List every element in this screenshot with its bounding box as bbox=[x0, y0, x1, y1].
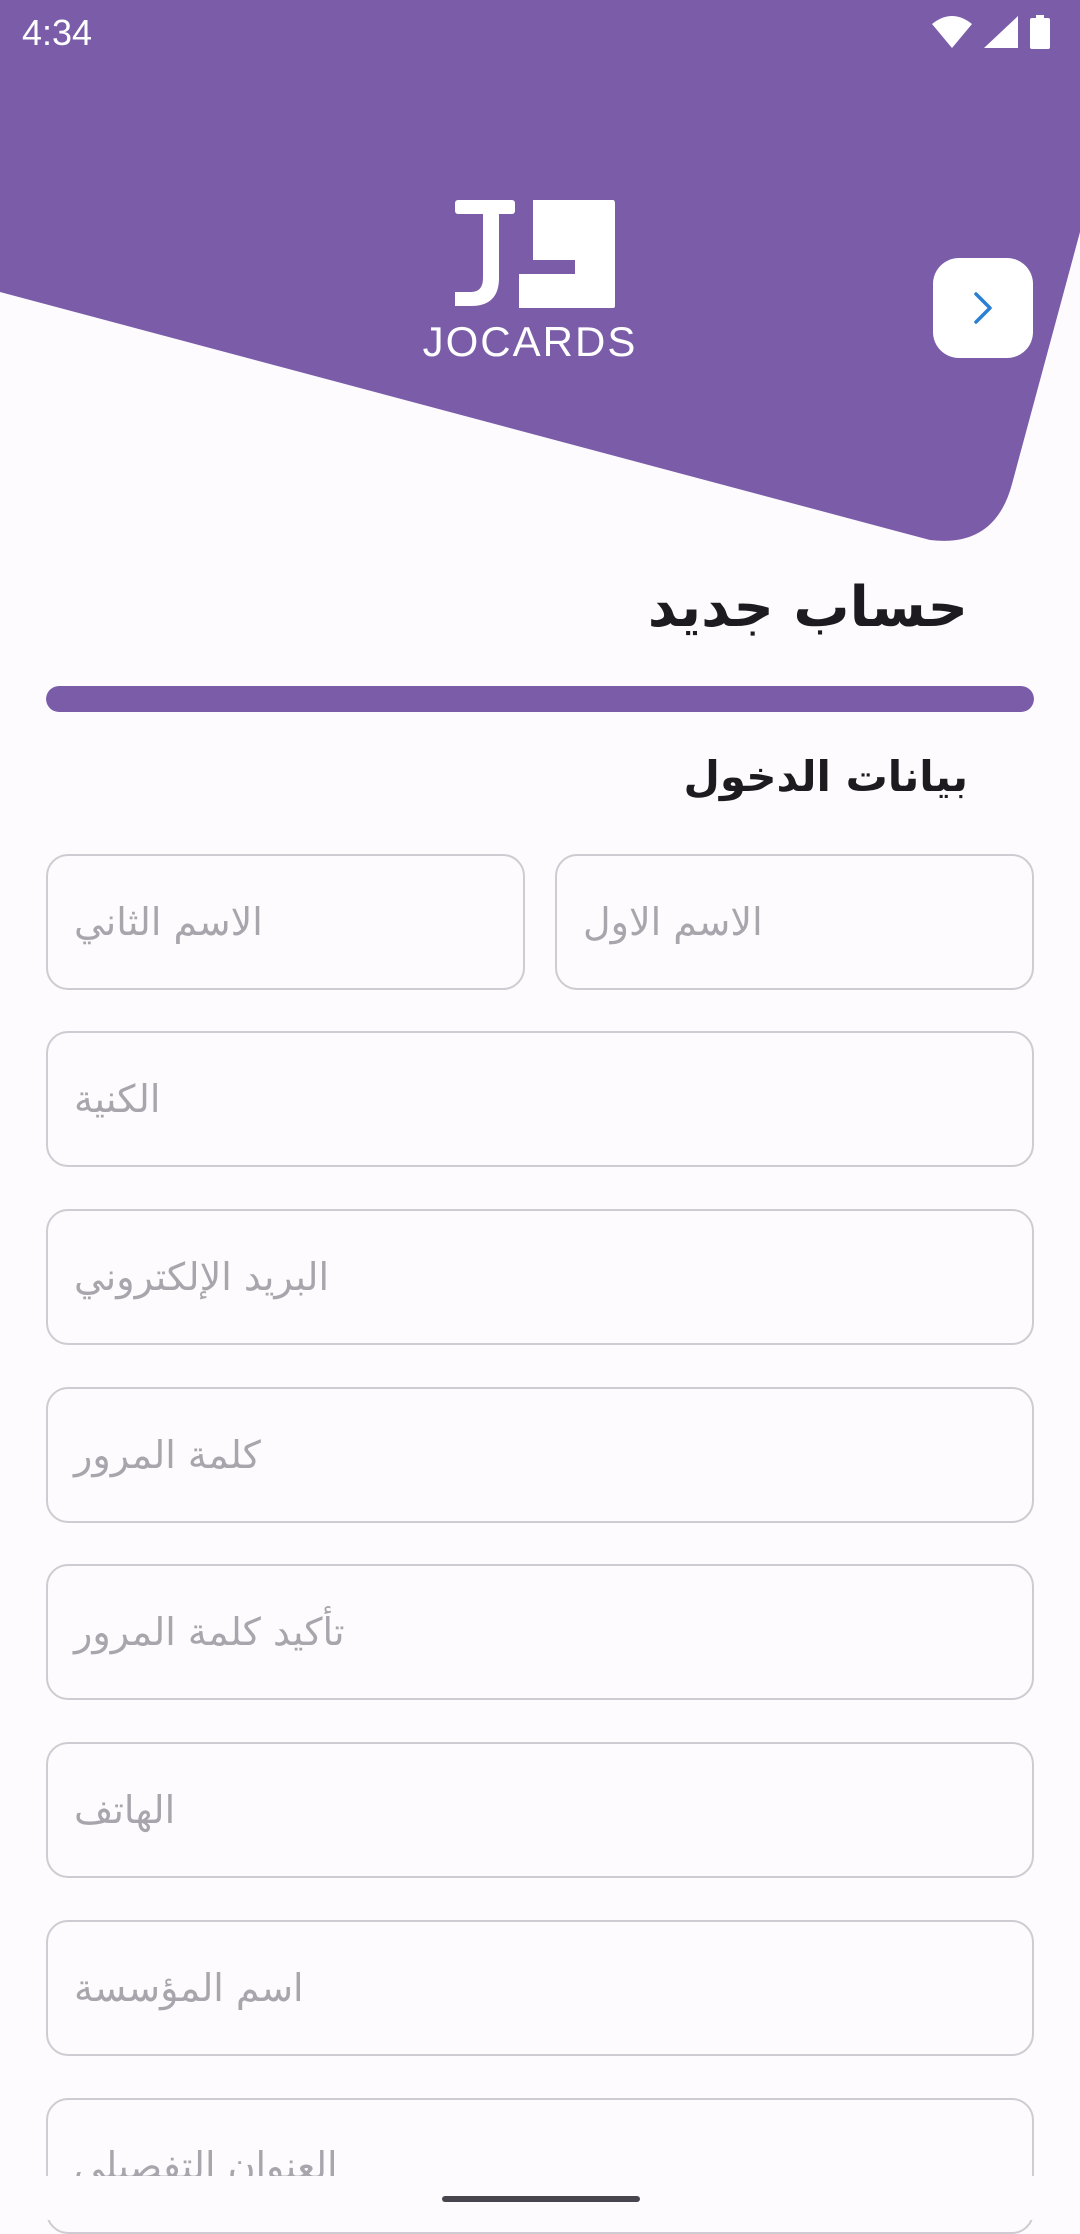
second-name-field[interactable]: الاسم الثاني bbox=[46, 854, 525, 990]
page-title: حساب جديد bbox=[647, 575, 968, 640]
status-icons bbox=[932, 14, 1050, 50]
wifi-icon bbox=[932, 16, 972, 48]
email-placeholder: البريد الإلكتروني bbox=[74, 1255, 329, 1299]
second-name-placeholder: الاسم الثاني bbox=[74, 900, 263, 944]
gesture-nav-handle[interactable] bbox=[442, 2196, 640, 2202]
organization-name-field[interactable]: اسم المؤسسة bbox=[46, 1920, 1034, 2056]
nickname-field[interactable]: الكنية bbox=[46, 1031, 1034, 1167]
password-placeholder: كلمة المرور bbox=[74, 1433, 261, 1477]
first-name-field[interactable]: الاسم الاول bbox=[555, 854, 1034, 990]
organization-name-placeholder: اسم المؤسسة bbox=[74, 1966, 304, 2010]
phone-field[interactable]: الهاتف bbox=[46, 1742, 1034, 1878]
nickname-placeholder: الكنية bbox=[74, 1077, 161, 1121]
phone-placeholder: الهاتف bbox=[74, 1788, 176, 1832]
section-title: بيانات الدخول bbox=[683, 752, 968, 801]
status-bar: 4:34 bbox=[0, 0, 1080, 66]
password-field[interactable]: كلمة المرور bbox=[46, 1387, 1034, 1523]
confirm-password-placeholder: تأكيد كلمة المرور bbox=[74, 1610, 345, 1654]
status-time: 4:34 bbox=[22, 12, 93, 53]
signup-progress-bar bbox=[46, 686, 1034, 712]
logo-mark-icon bbox=[455, 200, 615, 308]
brand-logo: JOCARDS bbox=[410, 200, 650, 370]
chevron-right-icon bbox=[974, 292, 992, 324]
progress-fill bbox=[46, 686, 1034, 712]
confirm-password-field[interactable]: تأكيد كلمة المرور bbox=[46, 1564, 1034, 1700]
email-field[interactable]: البريد الإلكتروني bbox=[46, 1209, 1034, 1345]
cell-signal-icon bbox=[984, 16, 1018, 48]
next-button[interactable] bbox=[933, 258, 1033, 358]
brand-name: JOCARDS bbox=[422, 318, 638, 365]
battery-icon bbox=[1030, 15, 1050, 49]
first-name-placeholder: الاسم الاول bbox=[583, 900, 763, 944]
